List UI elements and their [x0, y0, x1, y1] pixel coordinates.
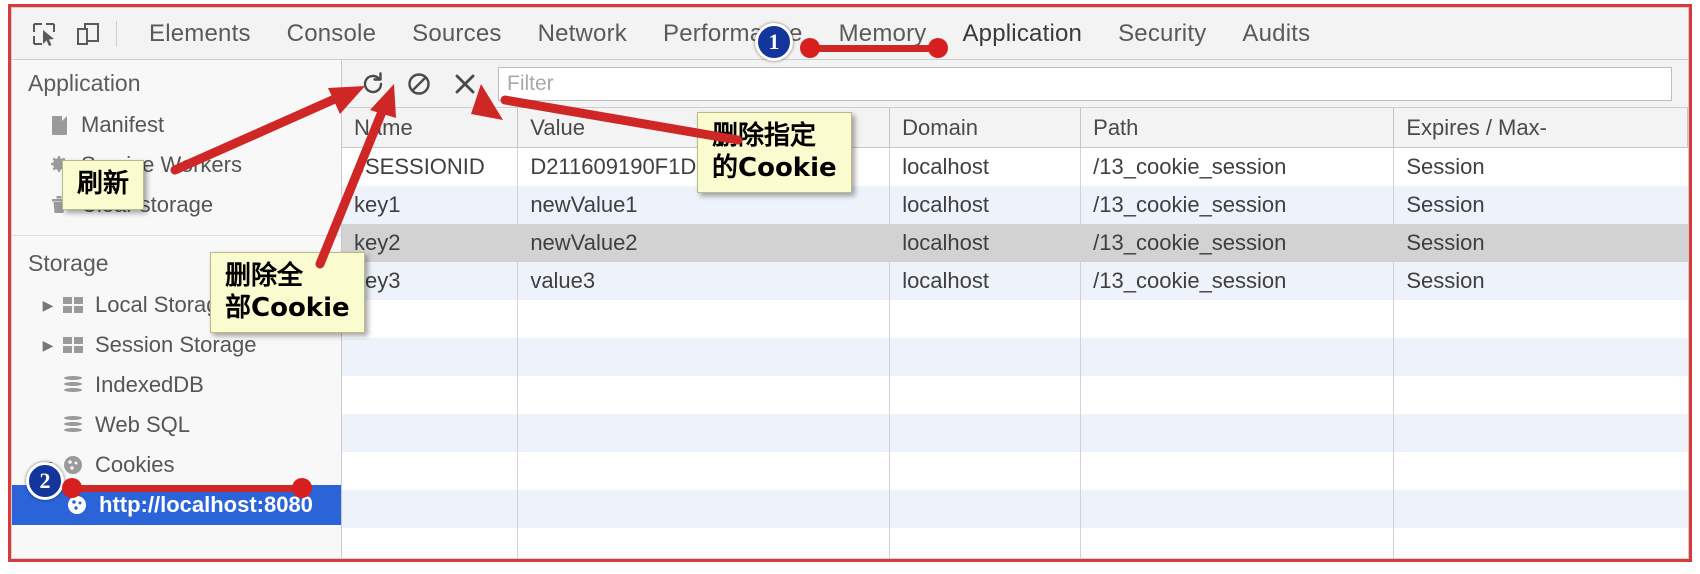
- table-empty-rows: [342, 300, 1688, 558]
- sidebar-item-indexeddb[interactable]: IndexedDB: [12, 365, 341, 405]
- table-empty-row: [342, 414, 1688, 452]
- database-icon: [60, 374, 86, 396]
- table-empty-row: [342, 452, 1688, 490]
- annotation-underline-localhost: [62, 478, 312, 498]
- column-header-domain[interactable]: Domain: [890, 108, 1082, 147]
- cell-expires: Session: [1406, 154, 1485, 179]
- tab-console[interactable]: Console: [269, 16, 394, 52]
- sidebar-item-label: Session Storage: [95, 332, 257, 357]
- annotation-underline-application: [800, 38, 948, 58]
- chevron-right-icon[interactable]: ▶: [38, 337, 58, 354]
- cell-empty: [518, 490, 891, 528]
- cell-empty: [890, 414, 1082, 452]
- cell-empty: [1394, 376, 1688, 414]
- cell-empty: [342, 490, 519, 528]
- tab-sources[interactable]: Sources: [394, 16, 519, 52]
- table-empty-row: [342, 528, 1688, 558]
- table-empty-row: [342, 300, 1688, 338]
- cell-empty: [342, 414, 519, 452]
- sidebar-item-web-sql[interactable]: Web SQL: [12, 405, 341, 445]
- cell-empty: [1394, 414, 1688, 452]
- cell-empty: [342, 376, 519, 414]
- tab-elements[interactable]: Elements: [131, 16, 269, 52]
- tab-audits[interactable]: Audits: [1224, 16, 1328, 52]
- chevron-right-icon[interactable]: ▶: [38, 297, 58, 314]
- cell-empty: [1081, 300, 1395, 338]
- tab-network[interactable]: Network: [520, 16, 645, 52]
- cell-empty: [342, 452, 519, 490]
- cell-domain: localhost: [890, 224, 1082, 262]
- cell-empty: [890, 338, 1082, 376]
- cell-empty: [342, 338, 519, 376]
- sidebar-item-label: Cookies: [95, 452, 175, 477]
- cell-empty: [890, 452, 1082, 490]
- cell-expires: Session: [1406, 230, 1485, 255]
- cell-empty: [518, 414, 891, 452]
- column-header-expires[interactable]: Expires / Max-: [1394, 108, 1688, 147]
- cell-expires: Session: [1406, 268, 1485, 293]
- cell-empty: [342, 300, 519, 338]
- cell-value: newValue2: [518, 224, 891, 262]
- cell-empty: [1081, 376, 1395, 414]
- cell-value: value3: [518, 262, 891, 300]
- tab-security[interactable]: Security: [1100, 16, 1224, 52]
- cell-empty: [1081, 452, 1395, 490]
- cell-domain: localhost: [890, 186, 1082, 224]
- table-row[interactable]: key3 value3 localhost /13_cookie_session…: [342, 262, 1688, 300]
- cell-empty: [1081, 414, 1395, 452]
- cell-empty: [1081, 490, 1395, 528]
- step-badge-1: 1: [755, 23, 793, 61]
- annotation-arrow-clear-all: [315, 84, 396, 269]
- table-empty-row: [342, 338, 1688, 376]
- grid-icon: [60, 334, 86, 356]
- document-icon: [46, 114, 72, 136]
- device-toolbar-icon[interactable]: [66, 12, 110, 56]
- cookie-icon: [60, 454, 86, 476]
- sidebar-item-label: Web SQL: [95, 412, 190, 437]
- column-header-path[interactable]: Path: [1081, 108, 1395, 147]
- cell-expires: Session: [1406, 192, 1485, 217]
- cell-empty: [1081, 338, 1395, 376]
- cell-empty: [518, 376, 891, 414]
- cell-empty: [890, 300, 1082, 338]
- cell-path: /13_cookie_session: [1081, 262, 1395, 300]
- cell-empty: [890, 376, 1082, 414]
- table-empty-row: [342, 490, 1688, 528]
- cell-empty: [1081, 528, 1395, 558]
- screenshot-root: Elements Console Sources Network Perform…: [0, 0, 1700, 574]
- cell-empty: [1394, 300, 1688, 338]
- cell-empty: [518, 300, 891, 338]
- sidebar-item-label: IndexedDB: [95, 372, 204, 397]
- toolbar-divider: [116, 20, 117, 47]
- annotation-arrow-delete-one: [471, 84, 743, 145]
- cell-empty: [518, 528, 891, 558]
- cell-empty: [890, 528, 1082, 558]
- grid-icon: [60, 294, 86, 316]
- cell-empty: [518, 452, 891, 490]
- tab-performance[interactable]: Performance: [645, 16, 821, 52]
- cell-domain: localhost: [890, 262, 1082, 300]
- cell-empty: [1394, 528, 1688, 558]
- database-icon: [60, 414, 86, 436]
- table-empty-row: [342, 376, 1688, 414]
- table-row-selected[interactable]: key2 newValue2 localhost /13_cookie_sess…: [342, 224, 1688, 262]
- cell-domain: localhost: [890, 148, 1082, 186]
- cell-empty: [518, 338, 891, 376]
- cell-empty: [1394, 338, 1688, 376]
- callout-refresh: 刷新: [62, 160, 145, 210]
- cell-empty: [342, 528, 519, 558]
- cookies-table: Name Value Domain Path Expires / Max- JS…: [342, 108, 1688, 558]
- step-badge-2: 2: [26, 462, 64, 500]
- cell-empty: [1394, 490, 1688, 528]
- cell-empty: [1394, 452, 1688, 490]
- inspect-element-icon[interactable]: [22, 12, 66, 56]
- cell-path: /13_cookie_session: [1081, 224, 1395, 262]
- cell-path: /13_cookie_session: [1081, 186, 1395, 224]
- cell-empty: [890, 490, 1082, 528]
- table-row[interactable]: key1 newValue1 localhost /13_cookie_sess…: [342, 186, 1688, 224]
- tab-application[interactable]: Application: [944, 16, 1100, 52]
- cell-path: /13_cookie_session: [1081, 148, 1395, 186]
